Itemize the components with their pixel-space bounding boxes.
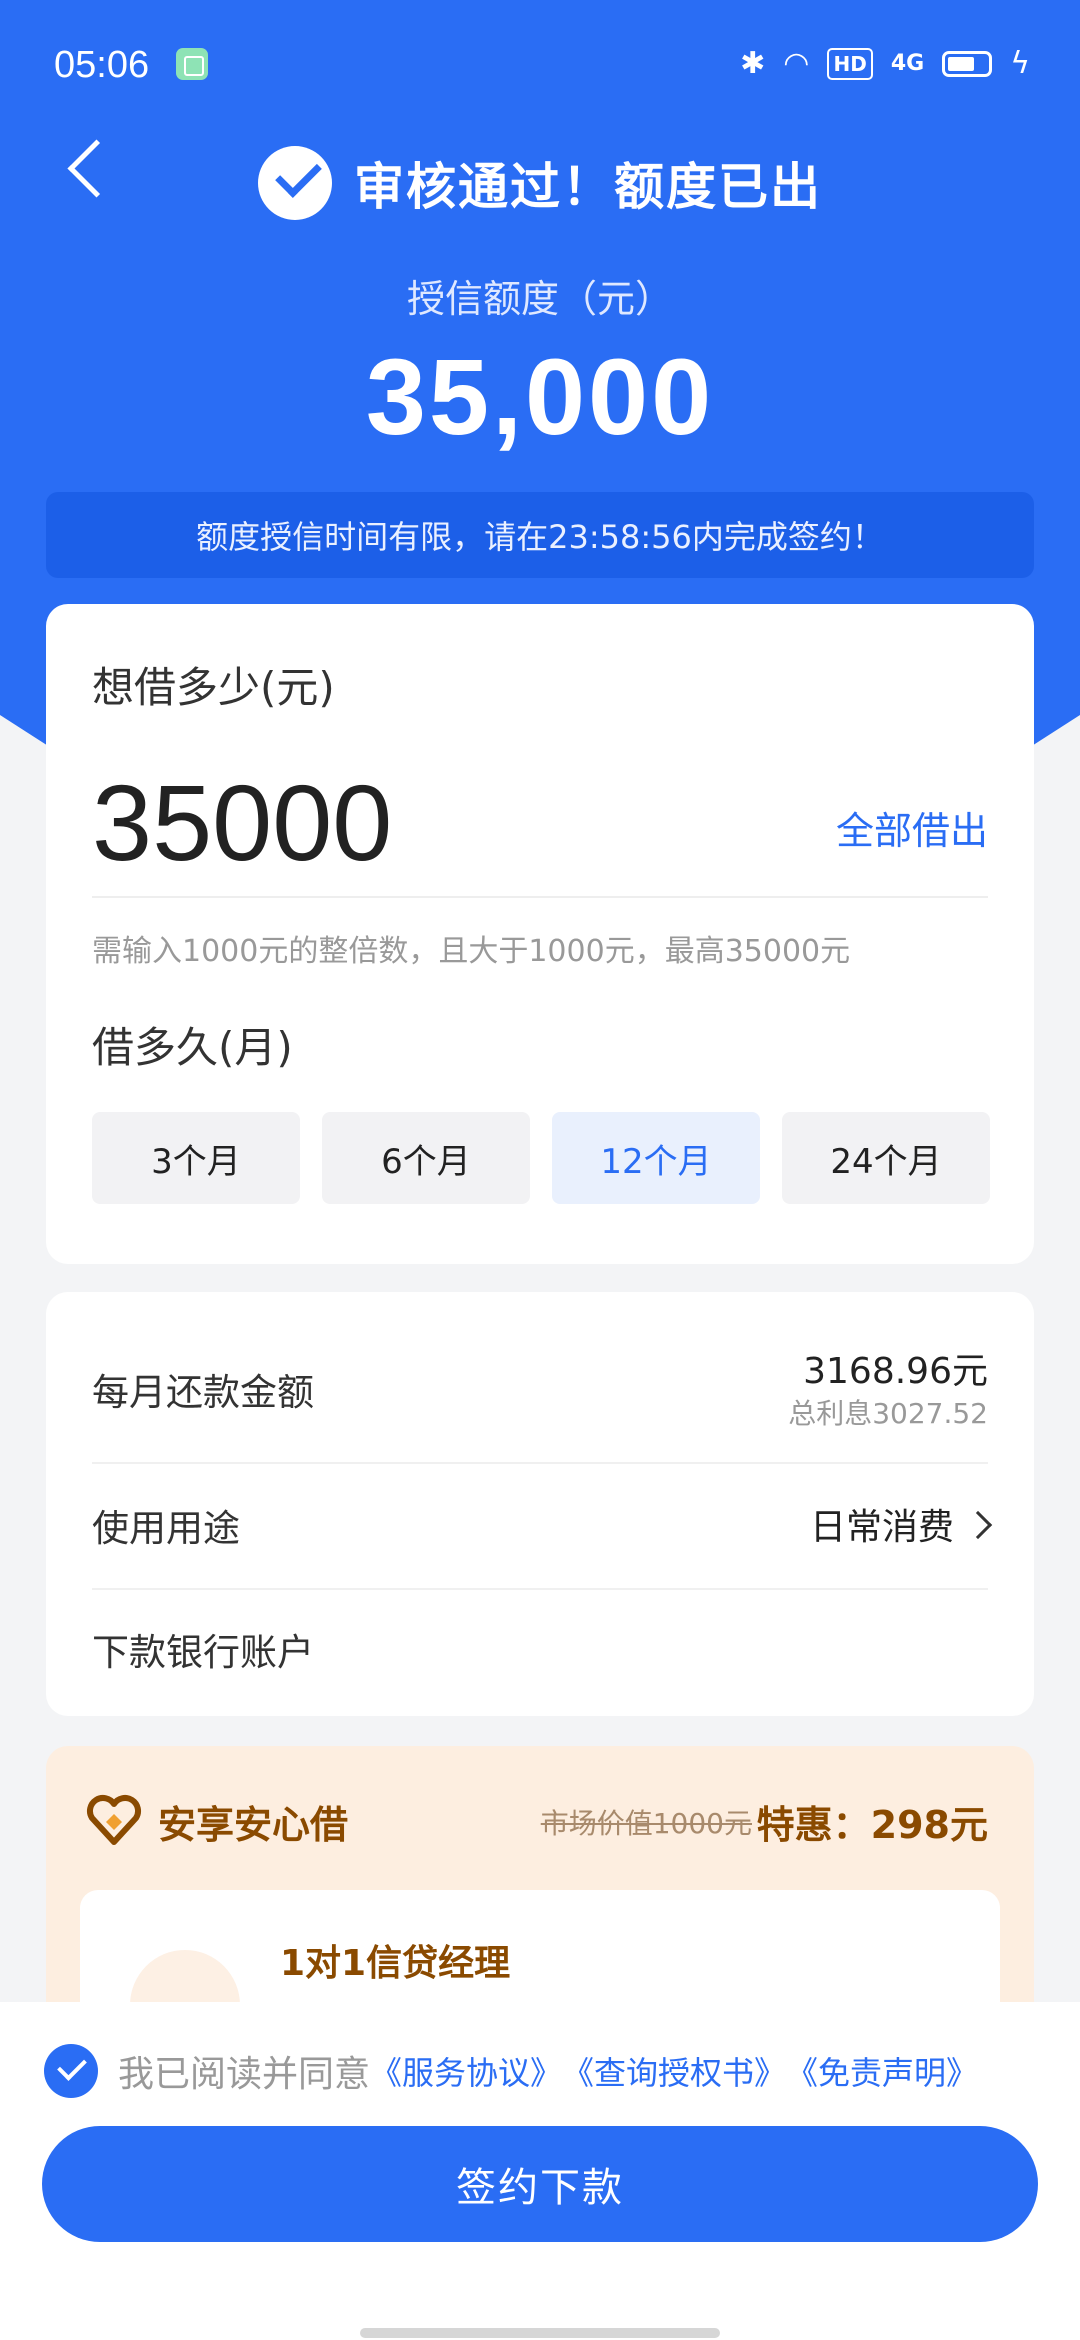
term-label: 借多久(月) [92, 1023, 293, 1072]
amount-hint: 需输入1000元的整倍数，且大于1000元，最高35000元 [92, 934, 851, 969]
row-divider [92, 1588, 988, 1590]
promo-market-price: 市场价值1000元 [540, 1807, 752, 1840]
agreement-row: 我已阅读并同意 《服务协议》 《查询授权书》 《免责声明》 [44, 2044, 978, 2098]
service-agreement-link[interactable]: 《服务协议》 [370, 2048, 562, 2094]
credit-amount: 35,000 [365, 336, 715, 457]
term-option-12[interactable]: 12个月 [552, 1112, 760, 1204]
term-option-3[interactable]: 3个月 [92, 1112, 300, 1204]
total-interest: 总利息3027.52 [788, 1397, 988, 1430]
bank-account-row[interactable]: 下款银行账户 [92, 1622, 988, 1682]
check-circle-icon [258, 146, 332, 220]
promo-title: 安享安心借 [158, 1803, 349, 1847]
chevron-right-icon [963, 1510, 993, 1540]
charging-icon: ϟ [1010, 46, 1030, 81]
status-icons: ✱ ◠ HD 4G ϟ [740, 44, 1030, 84]
purpose-label: 使用用途 [92, 1507, 240, 1550]
status-bar: 05:06 ✱ ◠ HD 4G ϟ [0, 0, 1080, 130]
monthly-payment-value: 3168.96元 [803, 1351, 988, 1392]
amount-input[interactable]: 35000 [92, 760, 392, 885]
borrow-all-link[interactable]: 全部借出 [836, 800, 988, 855]
term-options: 3个月 6个月 12个月 24个月 [92, 1112, 990, 1204]
purpose-value: 日常消费 [809, 1507, 954, 1548]
term-option-24[interactable]: 24个月 [782, 1112, 990, 1204]
agree-text: 我已阅读并同意 [118, 2054, 371, 2095]
bottom-action-bar: 我已阅读并同意 《服务协议》 《查询授权书》 《免责声明》 签约下款 [0, 2002, 1080, 2340]
amount-divider [92, 896, 988, 898]
bank-account-label: 下款银行账户 [92, 1631, 314, 1674]
promo-item-title: 1对1信贷经理 [280, 1943, 511, 1984]
query-authorization-link[interactable]: 《查询授权书》 [562, 2048, 786, 2094]
monthly-payment-label: 每月还款金额 [92, 1371, 314, 1414]
bluetooth-icon: ✱ [740, 46, 766, 81]
page-title-row: 审核通过！额度已出 [0, 146, 1080, 220]
purpose-value-wrap[interactable]: 日常消费 [809, 1498, 993, 1550]
app-notification-icon [176, 48, 208, 80]
loan-amount-card: 想借多少(元) 35000 全部借出 需输入1000元的整倍数，且大于1000元… [46, 604, 1034, 1264]
time-limit-notice: 额度授信时间有限，请在23:58:56内完成签约！ [46, 492, 1034, 578]
monthly-payment-row: 每月还款金额 3168.96元 总利息3027.52 [92, 1342, 988, 1432]
page-title: 审核通过！额度已出 [354, 158, 822, 216]
agree-checkbox[interactable] [44, 2044, 98, 2098]
loan-details-card: 每月还款金额 3168.96元 总利息3027.52 使用用途 日常消费 下款银… [46, 1292, 1034, 1716]
term-option-6[interactable]: 6个月 [322, 1112, 530, 1204]
hd-icon: HD [827, 48, 873, 80]
purpose-row[interactable]: 使用用途 日常消费 [92, 1498, 993, 1558]
credit-label: 授信额度（元） [406, 277, 673, 321]
wifi-icon: ◠ [783, 46, 810, 81]
heart-diamond-icon [87, 1795, 141, 1845]
status-time: 05:06 [54, 44, 150, 86]
home-indicator[interactable] [360, 2328, 720, 2338]
signal-icon: 4G [890, 51, 925, 76]
sign-loan-button[interactable]: 签约下款 [42, 2126, 1038, 2242]
promo-offer-price: 特惠：298元 [756, 1803, 988, 1847]
disclaimer-link[interactable]: 《免责声明》 [786, 2048, 978, 2094]
row-divider [92, 1462, 988, 1464]
amount-label: 想借多少(元) [92, 663, 335, 712]
battery-icon [942, 51, 993, 77]
